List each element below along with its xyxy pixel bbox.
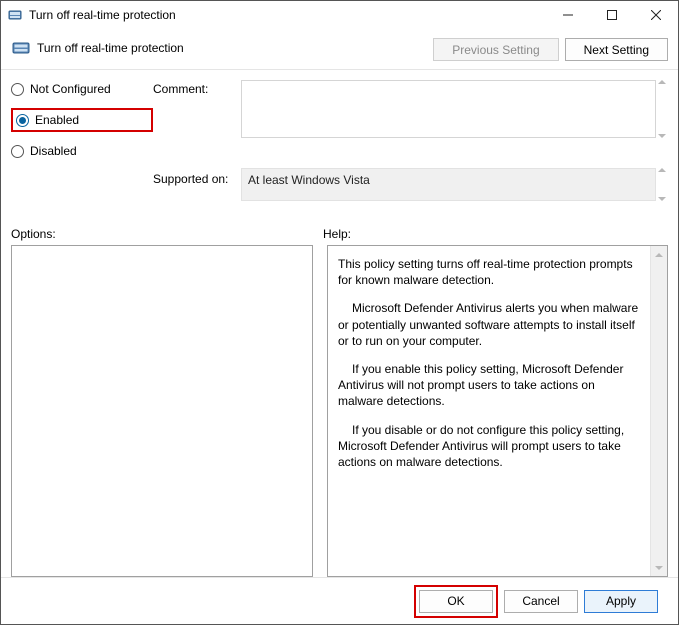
radio-icon: [11, 145, 24, 158]
separator: [1, 69, 678, 70]
help-paragraph: If you enable this policy setting, Micro…: [338, 361, 642, 410]
supported-on-value: At least Windows Vista: [248, 173, 370, 187]
radio-label: Enabled: [35, 113, 79, 127]
header-row: Turn off real-time protection Previous S…: [11, 38, 668, 61]
help-label: Help:: [323, 227, 351, 241]
state-radio-group: Not Configured Enabled Disabled: [11, 80, 153, 158]
radio-not-configured[interactable]: Not Configured: [11, 82, 153, 96]
minimize-button[interactable]: [546, 1, 590, 29]
highlight-ok: OK: [414, 585, 498, 618]
help-paragraph: If you disable or do not configure this …: [338, 422, 642, 471]
help-paragraph: This policy setting turns off real-time …: [338, 256, 642, 288]
comment-scrollbar[interactable]: [656, 80, 668, 138]
gpo-policy-icon: [11, 38, 31, 58]
help-pane: This policy setting turns off real-time …: [327, 245, 668, 577]
radio-label: Not Configured: [30, 82, 111, 96]
client-area: Turn off real-time protection Previous S…: [1, 29, 678, 624]
supported-label: Supported on:: [153, 158, 241, 186]
titlebar: Turn off real-time protection: [1, 1, 678, 29]
comment-textarea[interactable]: [241, 80, 656, 138]
scroll-up-button[interactable]: [651, 246, 667, 263]
radio-enabled[interactable]: Enabled: [16, 113, 79, 127]
scroll-down-icon: [658, 197, 666, 201]
window-title: Turn off real-time protection: [29, 8, 546, 22]
gpo-policy-icon: [7, 7, 23, 23]
scroll-up-icon: [658, 80, 666, 84]
radio-disabled[interactable]: Disabled: [11, 144, 153, 158]
options-pane: [11, 245, 313, 577]
scroll-down-button[interactable]: [651, 559, 667, 576]
nav-buttons: Previous Setting Next Setting: [433, 38, 668, 61]
supported-scrollbar[interactable]: [656, 168, 668, 201]
cancel-button[interactable]: Cancel: [504, 590, 578, 613]
help-paragraph: Microsoft Defender Antivirus alerts you …: [338, 300, 642, 349]
maximize-button[interactable]: [590, 1, 634, 29]
ok-button[interactable]: OK: [419, 590, 493, 613]
apply-button[interactable]: Apply: [584, 590, 658, 613]
options-label: Options:: [11, 227, 323, 241]
previous-setting-button[interactable]: Previous Setting: [433, 38, 558, 61]
panes-row: This policy setting turns off real-time …: [11, 245, 668, 577]
close-button[interactable]: [634, 1, 678, 29]
chevron-down-icon: [655, 566, 663, 570]
scroll-down-icon: [658, 134, 666, 138]
comment-label: Comment:: [153, 80, 241, 96]
next-setting-button[interactable]: Next Setting: [565, 38, 668, 61]
header-title: Turn off real-time protection: [37, 41, 184, 55]
pane-labels: Options: Help:: [11, 227, 668, 241]
radio-icon: [16, 114, 29, 127]
footer: OK Cancel Apply: [11, 578, 668, 624]
help-scrollbar[interactable]: [650, 246, 667, 576]
policy-dialog: Turn off real-time protection Turn off: [0, 0, 679, 625]
highlight-enabled: Enabled: [11, 108, 153, 132]
upper-grid: Not Configured Enabled Disabled Comment:: [11, 80, 668, 201]
supported-on-box: At least Windows Vista: [241, 168, 656, 201]
chevron-up-icon: [655, 253, 663, 257]
radio-label: Disabled: [30, 144, 77, 158]
header-left: Turn off real-time protection: [11, 38, 184, 58]
help-text: This policy setting turns off real-time …: [328, 246, 650, 576]
radio-icon: [11, 83, 24, 96]
scroll-up-icon: [658, 168, 666, 172]
